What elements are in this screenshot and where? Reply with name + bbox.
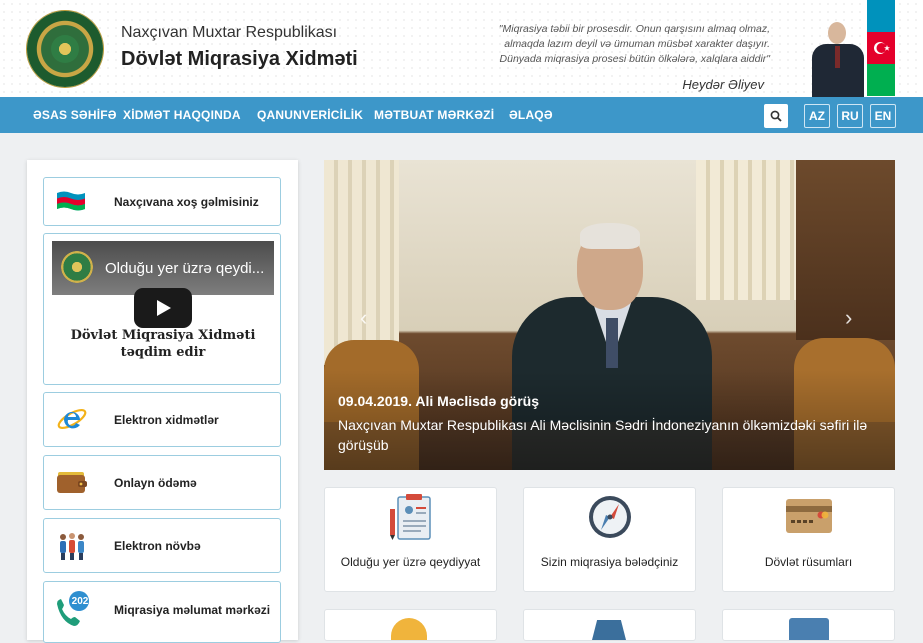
sidebar-item-online-payment[interactable]: Onlayn ödəmə (43, 455, 281, 510)
emblem-logo[interactable] (27, 11, 103, 87)
video-caption: təqdim edir (120, 345, 206, 360)
service-tile-label: Olduğu yer üzrə qeydiyyat (340, 555, 481, 569)
queue-people-icon (60, 533, 84, 560)
service-tile[interactable] (523, 609, 696, 641)
video-caption: Dövlət Miqrasiya Xidməti (70, 328, 256, 343)
sidebar-item-label: Elektron xidmətlər (114, 413, 219, 427)
sidebar-item-label: Miqrasiya məlumat mərkəzi (114, 603, 271, 617)
search-button[interactable] (764, 104, 788, 128)
nav-legislation[interactable]: QANUNVERİCİLİK (257, 108, 363, 122)
service-tile-registration[interactable]: Olduğu yer üzrə qeydiyyat (324, 487, 497, 592)
clipboard-form-icon (390, 494, 431, 540)
site-header: Naxçıvan Muxtar Respublikası Dövlət Miqr… (0, 0, 923, 97)
nav-press-center[interactable]: MƏTBUAT MƏRKƏZİ (374, 108, 494, 122)
lang-en-button[interactable]: EN (870, 104, 896, 128)
nav-contact[interactable]: ƏLAQƏ (509, 108, 553, 122)
video-title[interactable]: Olduğu yer üzrə qeydi... (105, 260, 264, 277)
sidebar-item-label: Elektron növbə (114, 539, 201, 553)
nav-home[interactable]: ƏSAS SƏHİFƏ (33, 108, 117, 122)
slider-next-arrow-icon[interactable]: › (845, 305, 852, 331)
nav-about-service[interactable]: XİDMƏT HAQQINDA (123, 108, 241, 122)
quote-line: "Miqrasiya təbii bir prosesdir. Onun qar… (498, 23, 770, 35)
portrait-photo (808, 16, 866, 97)
sidebar-item-info-center[interactable]: 202 Miqrasiya məlumat mərkəzi (43, 581, 281, 643)
sidebar-item-e-services[interactable]: Elektron xidmətlər (43, 392, 281, 447)
azerbaijan-flag-icon (867, 0, 895, 97)
service-tile[interactable] (324, 609, 497, 641)
sidebar-item-welcome[interactable]: Naxçıvana xoş gəlmisiniz (43, 177, 281, 226)
sidebar-item-e-queue[interactable]: Elektron növbə (43, 518, 281, 573)
service-tile-state-fees[interactable]: Dövlət rüsumları (722, 487, 895, 592)
video-card: Olduğu yer üzrə qeydi... Dövlət Miqrasiy… (43, 233, 281, 385)
org-title[interactable]: Dövlət Miqrasiya Xidməti (121, 48, 358, 71)
quote-line: Dünyada miqrasiya prosesi bütün ölkələrə… (499, 53, 770, 65)
flag-icon (57, 191, 85, 211)
quote-text: "Miqrasiya təbii bir prosesdir. Onun qar… (490, 22, 770, 67)
slide-title[interactable]: 09.04.2019. Ali Məclisdə görüş (338, 393, 539, 409)
lang-ru-button[interactable]: RU (837, 104, 863, 128)
slider-prev-arrow-icon[interactable]: ‹ (360, 305, 367, 331)
slide-text[interactable]: Naxçıvan Muxtar Respublikası Ali Məclisi… (338, 415, 868, 455)
sidebar-item-label: Naxçıvana xoş gəlmisiniz (114, 195, 259, 209)
quote-line: almaqda lazım deyil və ümuman müsbət xar… (504, 38, 770, 50)
play-button[interactable] (134, 288, 192, 328)
org-subtitle: Naxçıvan Muxtar Respublikası (121, 24, 338, 41)
emblem-logo (61, 251, 93, 283)
internet-explorer-icon (57, 409, 87, 429)
credit-card-icon (786, 499, 832, 533)
compass-icon (589, 496, 631, 538)
quote-author: Heydər Əliyev (682, 77, 764, 92)
wallet-icon (57, 472, 87, 493)
phone-badge-number: 202 (71, 596, 89, 607)
sidebar-item-label: Onlayn ödəmə (114, 476, 197, 490)
service-tile-migration-guide[interactable]: Sizin miqrasiya bələdçiniz (523, 487, 696, 592)
service-tile-label: Sizin miqrasiya bələdçiniz (540, 555, 679, 569)
service-tile[interactable] (722, 609, 895, 641)
search-icon (770, 110, 782, 122)
service-tile-label: Dövlət rüsumları (764, 555, 853, 569)
video-player[interactable]: Olduğu yer üzrə qeydi... Dövlət Miqrasiy… (52, 241, 274, 375)
lang-az-button[interactable]: AZ (804, 104, 830, 128)
